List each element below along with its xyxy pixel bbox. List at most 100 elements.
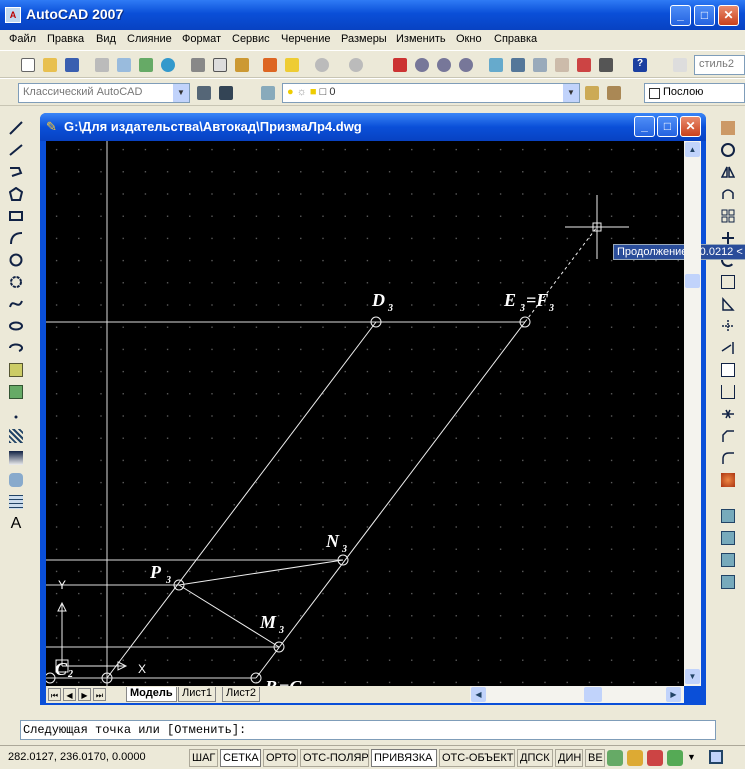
- horizontal-scrollbar[interactable]: ◀ ▶: [470, 686, 684, 703]
- polar-toggle[interactable]: ОТС-ПОЛЯР: [300, 749, 369, 767]
- text-style-combo[interactable]: стиль2: [694, 55, 745, 75]
- fillet-icon[interactable]: [718, 448, 738, 468]
- line-icon[interactable]: [6, 118, 26, 138]
- publish-icon[interactable]: [136, 55, 156, 75]
- trim-icon[interactable]: [718, 316, 738, 336]
- lock-icon[interactable]: [627, 750, 643, 766]
- workspace-combo[interactable]: Классический AutoCAD ▼: [18, 83, 190, 103]
- multiline-text-icon[interactable]: A: [6, 514, 26, 534]
- menu-edit[interactable]: Правка: [47, 33, 84, 45]
- erase-icon[interactable]: [718, 118, 738, 138]
- sheet-set-icon[interactable]: [552, 55, 572, 75]
- redo-icon[interactable]: [346, 55, 366, 75]
- zoom-realtime-icon[interactable]: [412, 55, 432, 75]
- scroll-thumb[interactable]: [685, 274, 700, 288]
- help-icon[interactable]: ?: [630, 55, 650, 75]
- chevron-down-icon[interactable]: ▼: [563, 84, 579, 102]
- hscroll-thumb[interactable]: [584, 687, 602, 702]
- text-style-icon[interactable]: [670, 55, 690, 75]
- send-under-icon[interactable]: [718, 572, 738, 592]
- snap-toggle[interactable]: ШАГ: [189, 749, 218, 767]
- scroll-down-icon[interactable]: ▼: [685, 669, 700, 684]
- maximize-button[interactable]: □: [694, 5, 715, 26]
- scroll-right-icon[interactable]: ▶: [666, 687, 681, 702]
- dyn-toggle[interactable]: ДИН: [555, 749, 583, 767]
- layer-manager-icon[interactable]: [258, 83, 278, 103]
- save-icon[interactable]: [62, 55, 82, 75]
- menu-tools[interactable]: Сервис: [232, 33, 270, 45]
- draw-order-front-icon[interactable]: [718, 506, 738, 526]
- design-center-icon[interactable]: [508, 55, 528, 75]
- match-properties-icon[interactable]: [260, 55, 280, 75]
- first-tab-icon[interactable]: ⏮: [48, 688, 61, 701]
- clean-screen-icon[interactable]: [709, 750, 723, 764]
- autocad-app-icon[interactable]: A: [5, 7, 21, 23]
- prev-tab-icon[interactable]: ◀: [63, 688, 76, 701]
- undo-icon[interactable]: [312, 55, 332, 75]
- workspace-settings-icon[interactable]: [194, 83, 214, 103]
- scale-icon[interactable]: [718, 272, 738, 292]
- next-tab-icon[interactable]: ▶: [78, 688, 91, 701]
- communication-center-icon[interactable]: [607, 750, 623, 766]
- tool-palettes-icon[interactable]: [530, 55, 550, 75]
- workspace-save-icon[interactable]: [216, 83, 236, 103]
- menu-merge[interactable]: Слияние: [127, 33, 172, 45]
- paste-icon[interactable]: [232, 55, 252, 75]
- status-menu-chevron-icon[interactable]: ▼: [687, 752, 696, 762]
- offset-icon[interactable]: [718, 184, 738, 204]
- minimize-button[interactable]: _: [670, 5, 691, 26]
- tab-layout2[interactable]: Лист2: [222, 687, 261, 702]
- markup-status-icon[interactable]: [647, 750, 663, 766]
- trusted-dwg-icon[interactable]: [667, 750, 683, 766]
- close-button[interactable]: ✕: [718, 5, 739, 26]
- draw-order-back-icon[interactable]: [718, 528, 738, 548]
- explode-icon[interactable]: [718, 470, 738, 490]
- properties-icon[interactable]: [486, 55, 506, 75]
- tab-layout1[interactable]: Лист1: [178, 687, 217, 702]
- layer-combo[interactable]: ● ☼ ■ □ 0 ▼: [282, 83, 580, 103]
- bring-above-icon[interactable]: [718, 550, 738, 570]
- menu-help[interactable]: Справка: [494, 33, 537, 45]
- extend-icon[interactable]: [718, 338, 738, 358]
- otrack-toggle[interactable]: ОТС-ОБЪЕКТ: [439, 749, 515, 767]
- vertical-scrollbar[interactable]: ▲ ▼: [684, 141, 701, 686]
- doc-close-button[interactable]: ✕: [680, 116, 701, 137]
- menu-modify[interactable]: Изменить: [396, 33, 446, 45]
- gradient-icon[interactable]: [6, 448, 26, 468]
- preview-icon[interactable]: [114, 55, 134, 75]
- insert-block-icon[interactable]: [6, 360, 26, 380]
- menu-draw[interactable]: Черчение: [281, 33, 331, 45]
- point-icon[interactable]: [6, 404, 26, 424]
- make-block-icon[interactable]: [6, 382, 26, 402]
- lwt-toggle[interactable]: ВЕ: [585, 749, 605, 767]
- menu-dimension[interactable]: Размеры: [341, 33, 387, 45]
- pan-icon[interactable]: [390, 55, 410, 75]
- command-line-input[interactable]: Следующая точка или [Отменить]:: [20, 720, 716, 740]
- break-icon[interactable]: [718, 382, 738, 402]
- ortho-toggle[interactable]: ОРТО: [263, 749, 298, 767]
- menu-format[interactable]: Формат: [182, 33, 221, 45]
- grid-toggle[interactable]: СЕТКА: [220, 749, 261, 767]
- rectangle-icon[interactable]: [6, 206, 26, 226]
- new-icon[interactable]: [18, 55, 38, 75]
- ellipse-icon[interactable]: [6, 316, 26, 336]
- last-tab-icon[interactable]: ⏭: [93, 688, 106, 701]
- spline-icon[interactable]: [6, 294, 26, 314]
- join-icon[interactable]: [718, 404, 738, 424]
- construction-line-icon[interactable]: [6, 140, 26, 160]
- menu-window[interactable]: Окно: [456, 33, 482, 45]
- region-icon[interactable]: [6, 470, 26, 490]
- scroll-up-icon[interactable]: ▲: [685, 142, 700, 157]
- doc-restore-button[interactable]: □: [657, 116, 678, 137]
- zoom-window-icon[interactable]: [434, 55, 454, 75]
- circle-icon[interactable]: [6, 250, 26, 270]
- globe-icon[interactable]: [158, 55, 178, 75]
- array-icon[interactable]: [718, 206, 738, 226]
- table-icon[interactable]: [6, 492, 26, 512]
- mirror-icon[interactable]: [718, 162, 738, 182]
- linetype-combo[interactable]: Послою: [644, 83, 745, 103]
- cut-icon[interactable]: [188, 55, 208, 75]
- break-at-point-icon[interactable]: [718, 360, 738, 380]
- model-space-canvas[interactable]: D 3 E 3 =F 3 N 3 P 3 M 3 C 2 B =C X Y: [46, 141, 684, 686]
- copy-icon[interactable]: [210, 55, 230, 75]
